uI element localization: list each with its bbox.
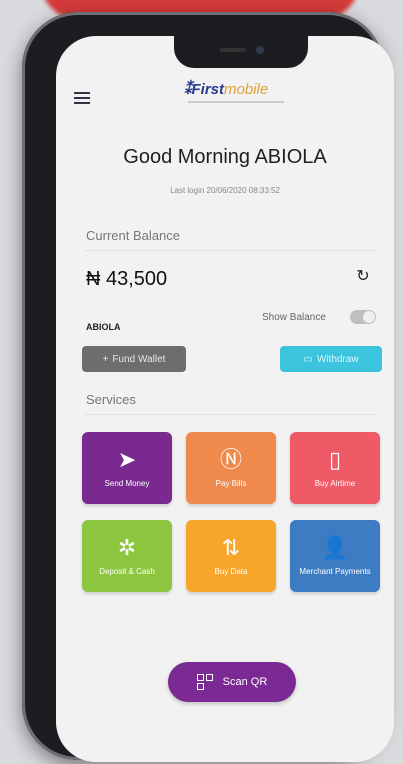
- last-login-text: Last login 20/06/2020 08:33:52: [170, 186, 280, 195]
- arrows-updown-icon: ⇅: [221, 535, 241, 560]
- refresh-icon[interactable]: ↻: [354, 268, 372, 286]
- divider: [84, 414, 378, 415]
- service-pay-bills[interactable]: Ⓝ Pay Bills: [186, 432, 276, 504]
- cash-icon: ✲: [117, 535, 137, 560]
- service-label: Deposit & Cash: [99, 567, 155, 576]
- camera-icon: [256, 46, 264, 54]
- fund-wallet-label: Fund Wallet: [112, 353, 166, 365]
- service-buy-airtime[interactable]: ▯ Buy Airtime: [290, 432, 380, 504]
- scan-qr-button[interactable]: Scan QR: [168, 662, 296, 702]
- naira-coin-icon: Ⓝ: [219, 447, 242, 472]
- merchant-icon: 👤: [321, 535, 349, 560]
- paper-plane-icon: ➤: [117, 447, 137, 472]
- show-balance-label: Show Balance: [262, 312, 326, 323]
- plus-icon: +: [102, 353, 109, 365]
- service-label: Buy Data: [214, 567, 248, 576]
- speaker: [220, 48, 246, 52]
- balance-amount: ₦ 43,500: [86, 268, 168, 290]
- scan-qr-label: Scan QR: [222, 676, 268, 688]
- logo-underline: [188, 101, 284, 103]
- brand-logo: ⁑Firstmobile: [184, 80, 284, 103]
- hamburger-menu-icon[interactable]: [74, 92, 90, 104]
- service-label: Buy Airtime: [314, 479, 356, 488]
- withdraw-icon: ▭: [303, 353, 313, 365]
- app-screen: ⁑Firstmobile Good Morning ABIOLA Last lo…: [56, 36, 394, 762]
- current-balance-label: Current Balance: [86, 228, 180, 243]
- fund-wallet-button[interactable]: + Fund Wallet: [82, 346, 186, 372]
- phone-icon: ▯: [328, 447, 342, 472]
- show-balance-toggle[interactable]: [350, 310, 376, 324]
- service-label: Merchant Payments: [299, 567, 371, 576]
- brand-mobile: mobile: [224, 81, 269, 98]
- phone-notch: [174, 34, 308, 68]
- service-label: Send Money: [104, 479, 150, 488]
- brand-first: First: [191, 81, 225, 98]
- withdraw-button[interactable]: ▭ Withdraw: [280, 346, 382, 372]
- service-deposit-cash[interactable]: ✲ Deposit & Cash: [82, 520, 172, 592]
- toggle-knob: [363, 311, 375, 323]
- service-send-money[interactable]: ➤ Send Money: [82, 432, 172, 504]
- service-buy-data[interactable]: ⇅ Buy Data: [186, 520, 276, 592]
- withdraw-label: Withdraw: [316, 353, 359, 365]
- service-merchant-payments[interactable]: 👤 Merchant Payments: [290, 520, 380, 592]
- service-label: Pay Bills: [215, 479, 247, 488]
- qr-code-icon: [196, 674, 213, 690]
- phone-frame: ⁑Firstmobile Good Morning ABIOLA Last lo…: [22, 12, 394, 762]
- greeting-title: Good Morning ABIOLA: [123, 146, 327, 168]
- account-name: ABIOLA: [86, 322, 121, 332]
- logo-mark-icon: ⁑: [184, 81, 192, 98]
- divider: [84, 250, 378, 251]
- services-label: Services: [86, 392, 136, 407]
